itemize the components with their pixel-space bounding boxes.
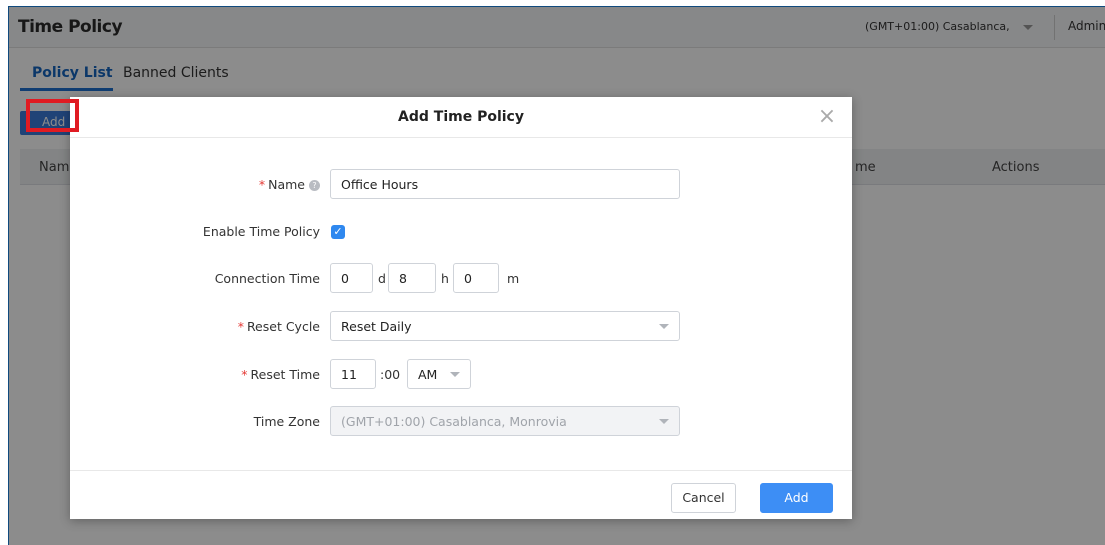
- enable-row: Enable Time Policy ✓: [70, 216, 852, 248]
- minutes-unit: m: [507, 271, 520, 286]
- time-zone-value: (GMT+01:00) Casablanca, Monrovia: [341, 414, 567, 429]
- days-unit: d: [378, 271, 386, 286]
- hours-input[interactable]: 8: [388, 263, 436, 293]
- dialog-title: Add Time Policy: [398, 109, 524, 125]
- ampm-value: AM: [418, 367, 438, 382]
- name-label: * Name?: [259, 177, 320, 192]
- reset-time-label: * Reset Time: [241, 367, 320, 382]
- dialog-footer: Cancel Add: [70, 470, 852, 519]
- required-marker: *: [258, 177, 266, 192]
- enable-checkbox[interactable]: ✓: [331, 225, 345, 239]
- reset-time-row: * Reset Time 11 :00 AM: [70, 359, 852, 391]
- ampm-select[interactable]: AM: [407, 359, 471, 389]
- days-input[interactable]: 0: [330, 263, 373, 293]
- hours-unit: h: [441, 271, 449, 286]
- reset-cycle-value: Reset Daily: [341, 319, 412, 334]
- enable-label: Enable Time Policy: [202, 224, 320, 239]
- time-zone-label: Time Zone: [253, 414, 320, 429]
- dialog-header: Add Time Policy ×: [70, 97, 852, 138]
- cancel-button[interactable]: Cancel: [671, 483, 736, 513]
- name-input[interactable]: Office Hours: [330, 169, 680, 199]
- chevron-down-icon: [659, 324, 669, 329]
- reset-minutes-text: :00: [380, 367, 401, 382]
- connection-time-label: Connection Time: [214, 271, 320, 286]
- time-zone-select: (GMT+01:00) Casablanca, Monrovia: [330, 406, 680, 436]
- time-zone-row: Time Zone (GMT+01:00) Casablanca, Monrov…: [70, 406, 852, 438]
- minutes-input[interactable]: 0: [453, 263, 499, 293]
- reset-hour-input[interactable]: 11: [330, 359, 376, 389]
- add-time-policy-dialog: Add Time Policy × * Name? Office Hours En…: [70, 97, 852, 519]
- highlight-box: [26, 99, 79, 132]
- chevron-down-icon: [659, 419, 669, 424]
- reset-cycle-label: * Reset Cycle: [237, 319, 320, 334]
- required-marker: *: [241, 367, 248, 382]
- close-icon[interactable]: ×: [816, 106, 838, 128]
- name-row: * Name? Office Hours: [70, 169, 852, 201]
- add-button[interactable]: Add: [760, 483, 833, 513]
- chevron-down-icon: [450, 372, 460, 377]
- reset-cycle-select[interactable]: Reset Daily: [330, 311, 680, 341]
- help-icon[interactable]: ?: [309, 180, 320, 191]
- connection-time-row: Connection Time 0 d 8 h 0 m: [70, 263, 852, 295]
- reset-cycle-row: * Reset Cycle Reset Daily: [70, 311, 852, 343]
- required-marker: *: [237, 319, 244, 334]
